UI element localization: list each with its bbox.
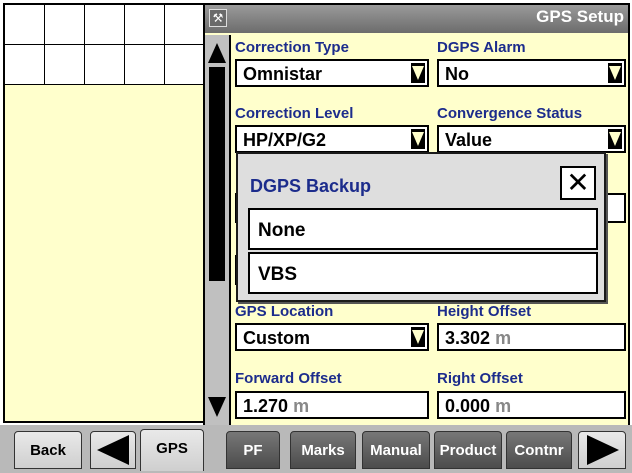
- tab-gps[interactable]: GPS: [140, 429, 204, 471]
- bottom-tab-bar: Back GPS PF Marks Manual Product Contnr: [0, 425, 632, 473]
- dropdown-arrow-icon: [411, 327, 425, 347]
- forward-offset-input[interactable]: 1.270 m: [235, 391, 429, 419]
- arrow-right-icon: [587, 435, 619, 465]
- tab-pf[interactable]: PF: [226, 431, 280, 469]
- dgps-alarm-value: No: [445, 64, 469, 84]
- scroll-up-icon[interactable]: [207, 41, 227, 65]
- dropdown-arrow-icon: [411, 63, 425, 83]
- shortcut-cell[interactable]: [45, 5, 85, 45]
- scroll-down-icon[interactable]: [207, 395, 227, 419]
- shortcut-panel: [3, 3, 208, 423]
- popup-title: DGPS Backup: [250, 176, 372, 196]
- tab-marks[interactable]: Marks: [290, 431, 356, 469]
- dropdown-arrow-icon: [608, 63, 622, 83]
- correction-level-dropdown[interactable]: HP/XP/G2: [235, 125, 429, 153]
- option-none[interactable]: None: [248, 208, 598, 250]
- forward-offset-label: Forward Offset: [235, 370, 342, 387]
- dgps-alarm-label: DGPS Alarm: [437, 39, 526, 56]
- title-bar: ⚒ GPS Setup: [205, 5, 628, 33]
- gps-location-dropdown[interactable]: Custom: [235, 323, 429, 351]
- tab-product[interactable]: Product: [434, 431, 502, 469]
- correction-level-value: HP/XP/G2: [243, 130, 327, 150]
- shortcut-cell[interactable]: [5, 5, 45, 45]
- shortcut-cell[interactable]: [5, 45, 45, 85]
- vertical-scrollbar[interactable]: [205, 35, 231, 427]
- shortcut-cell[interactable]: [85, 5, 125, 45]
- convergence-status-dropdown[interactable]: Value: [437, 125, 626, 153]
- tab-contnr[interactable]: Contnr: [506, 431, 572, 469]
- settings-tool-icon: ⚒: [209, 9, 227, 27]
- height-offset-unit: m: [495, 328, 512, 348]
- tab-manual[interactable]: Manual: [362, 431, 430, 469]
- convergence-status-label: Convergence Status: [437, 105, 583, 122]
- arrow-left-icon: [97, 435, 129, 465]
- shortcut-cell[interactable]: [85, 45, 125, 85]
- right-offset-value: 0.000 m: [445, 396, 512, 416]
- height-offset-value: 3.302 m: [445, 328, 512, 348]
- scroll-thumb[interactable]: [209, 67, 225, 281]
- convergence-status-value: Value: [445, 130, 493, 150]
- correction-level-label: Correction Level: [235, 105, 354, 122]
- right-offset-unit: m: [495, 396, 512, 416]
- right-offset-label: Right Offset: [437, 370, 523, 387]
- height-offset-label: Height Offset: [437, 303, 532, 320]
- shortcut-grid: [5, 5, 206, 85]
- gps-location-value: Custom: [243, 328, 310, 348]
- close-icon[interactable]: ✕: [560, 166, 596, 200]
- height-offset-input[interactable]: 3.302 m: [437, 323, 626, 351]
- shortcut-cell[interactable]: [125, 5, 165, 45]
- forward-offset-unit: m: [293, 396, 310, 416]
- shortcut-cell[interactable]: [125, 45, 165, 85]
- correction-type-value: Omnistar: [243, 64, 323, 84]
- previous-tab-button[interactable]: [90, 431, 136, 469]
- dgps-alarm-dropdown[interactable]: No: [437, 59, 626, 87]
- obscured-field: [603, 193, 626, 223]
- back-button[interactable]: Back: [14, 431, 82, 469]
- dropdown-arrow-icon: [608, 129, 622, 149]
- page-title: GPS Setup: [536, 7, 624, 26]
- option-vbs[interactable]: VBS: [248, 252, 598, 294]
- forward-offset-value: 1.270 m: [243, 396, 310, 416]
- dgps-backup-popup: DGPS Backup ✕ None VBS: [236, 152, 606, 302]
- correction-type-dropdown[interactable]: Omnistar: [235, 59, 429, 87]
- next-tab-button[interactable]: [578, 431, 626, 469]
- gps-location-label: GPS Location: [235, 303, 334, 320]
- correction-type-label: Correction Type: [235, 39, 349, 56]
- right-offset-input[interactable]: 0.000 m: [437, 391, 626, 419]
- shortcut-cell[interactable]: [165, 45, 206, 85]
- shortcut-cell[interactable]: [45, 45, 85, 85]
- dropdown-arrow-icon: [411, 129, 425, 149]
- shortcut-cell[interactable]: [165, 5, 206, 45]
